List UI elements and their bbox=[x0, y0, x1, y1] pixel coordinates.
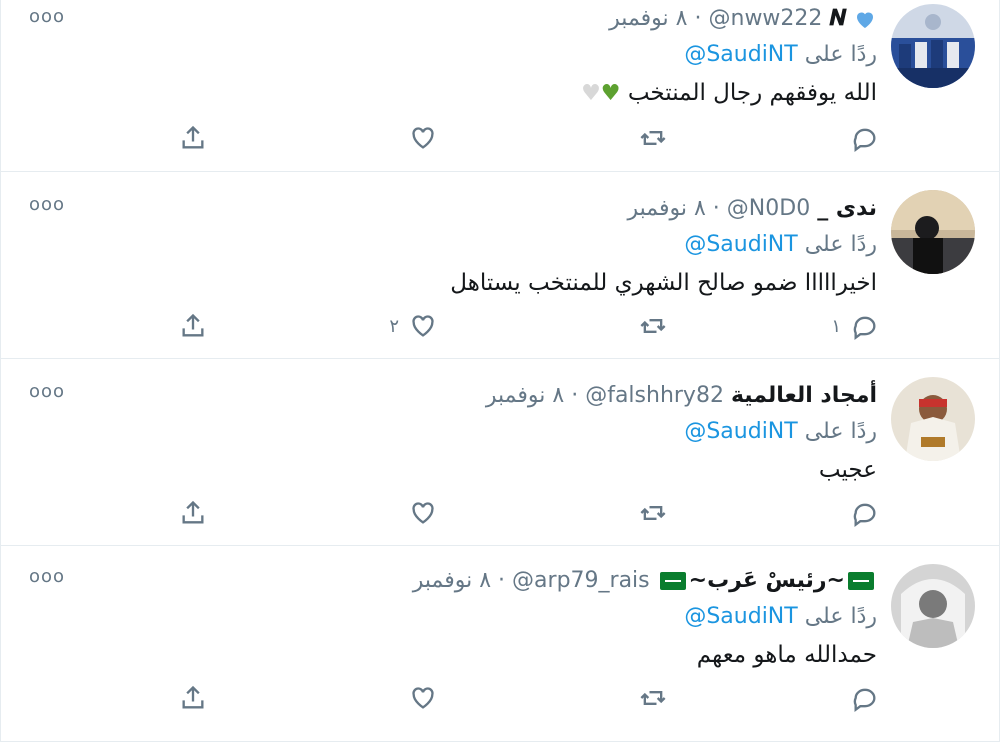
retweet-button[interactable] bbox=[639, 495, 667, 531]
tweet-header: ندى _ @N0D0 · ٨ نوفمبر bbox=[61, 192, 877, 226]
reply-button[interactable] bbox=[841, 495, 879, 531]
share-button[interactable] bbox=[179, 120, 207, 156]
tweet-date[interactable]: ٨ نوفمبر bbox=[609, 6, 687, 31]
retweet-icon bbox=[640, 319, 666, 333]
reply-context: ردًا على @SaudiNT bbox=[61, 600, 877, 634]
share-button[interactable] bbox=[179, 495, 207, 531]
reply-button[interactable]: ١ bbox=[831, 308, 879, 344]
more-options-button[interactable]: ooo bbox=[29, 566, 65, 587]
tweet-header: أمجاد العالمية @falshhry82 · ٨ نوفمبر bbox=[61, 379, 877, 413]
user-handle[interactable]: @nww222 bbox=[709, 6, 823, 31]
like-button[interactable] bbox=[399, 680, 437, 716]
avatar[interactable] bbox=[891, 4, 975, 88]
reply-icon bbox=[853, 316, 876, 340]
reply-prefix: ردًا على bbox=[804, 42, 877, 67]
tweet-actions bbox=[149, 120, 879, 156]
reply-icon bbox=[853, 128, 876, 152]
tweet[interactable]: ~رئيسْ عَرب~ @arp79_rais · ٨ نوفمبر ردًا… bbox=[1, 546, 999, 742]
green-heart-icon: ♥ bbox=[600, 81, 621, 106]
more-options-button[interactable]: ooo bbox=[29, 194, 65, 215]
heart-icon bbox=[412, 502, 434, 524]
saudi-flag-icon bbox=[659, 572, 686, 590]
heart-icon bbox=[412, 315, 434, 337]
display-name[interactable]: 𝑵 bbox=[829, 6, 846, 31]
tweet-date[interactable]: ٨ نوفمبر bbox=[486, 383, 564, 408]
share-icon bbox=[182, 313, 204, 337]
tweet-actions: ١ ٢ bbox=[149, 308, 879, 344]
more-options-button[interactable]: ooo bbox=[29, 381, 65, 402]
reply-prefix: ردًا على bbox=[804, 232, 877, 257]
tweet-actions bbox=[149, 495, 879, 531]
like-button[interactable]: ٢ bbox=[389, 308, 437, 344]
reply-to-link[interactable]: @SaudiNT bbox=[684, 419, 797, 444]
share-icon bbox=[182, 500, 204, 524]
separator: · bbox=[694, 6, 702, 31]
separator: · bbox=[498, 568, 506, 593]
separator: · bbox=[712, 196, 720, 221]
tweet-feed: 𝑵 @nww222 · ٨ نوفمبر ردًا على @SaudiNT ا… bbox=[0, 0, 1000, 742]
saudi-flag-icon bbox=[848, 572, 874, 590]
tweet-date[interactable]: ٨ نوفمبر bbox=[413, 568, 491, 593]
separator: · bbox=[571, 383, 579, 408]
avatar[interactable] bbox=[891, 377, 975, 461]
reply-context: ردًا على @SaudiNT bbox=[61, 415, 877, 449]
heart-icon bbox=[412, 687, 434, 709]
user-handle[interactable]: @falshhry82 bbox=[585, 383, 724, 408]
tweet-header: ~رئيسْ عَرب~ @arp79_rais · ٨ نوفمبر bbox=[61, 564, 877, 598]
reply-context: ردًا على @SaudiNT bbox=[61, 228, 877, 262]
share-icon bbox=[182, 125, 204, 149]
blue-heart-icon bbox=[857, 12, 873, 28]
tweet-text-body: الله يوفقهم رجال المنتخب bbox=[627, 80, 877, 106]
share-icon bbox=[182, 685, 204, 709]
reply-to-link[interactable]: @SaudiNT bbox=[684, 232, 797, 257]
reply-context: ردًا على @SaudiNT bbox=[61, 38, 877, 72]
reply-prefix: ردًا على bbox=[804, 604, 877, 629]
tweet-header: 𝑵 @nww222 · ٨ نوفمبر bbox=[61, 2, 877, 36]
white-heart-icon: ♥ bbox=[581, 81, 601, 106]
tweet[interactable]: 𝑵 @nww222 · ٨ نوفمبر ردًا على @SaudiNT ا… bbox=[1, 0, 999, 172]
share-button[interactable] bbox=[179, 308, 207, 344]
avatar[interactable] bbox=[891, 564, 975, 648]
tweet[interactable]: أمجاد العالمية @falshhry82 · ٨ نوفمبر رد… bbox=[1, 359, 999, 546]
reply-to-link[interactable]: @SaudiNT bbox=[684, 42, 797, 67]
tweet-text: حمدالله ماهو معهم bbox=[696, 642, 877, 668]
reply-to-link[interactable]: @SaudiNT bbox=[684, 604, 797, 629]
tweet-actions bbox=[149, 680, 879, 716]
user-handle[interactable]: @arp79_rais bbox=[512, 568, 650, 593]
retweet-icon bbox=[640, 506, 666, 520]
reply-icon bbox=[853, 688, 876, 712]
display-name[interactable]: أمجاد العالمية bbox=[731, 383, 877, 408]
tweet-text: عجيب bbox=[818, 457, 877, 483]
retweet-icon bbox=[640, 131, 666, 145]
reply-icon bbox=[853, 503, 876, 527]
display-name[interactable]: ندى _ bbox=[817, 196, 877, 221]
tweet-text: الله يوفقهم رجال المنتخب ♥♥ bbox=[61, 76, 877, 111]
reply-button[interactable] bbox=[841, 120, 879, 156]
retweet-button[interactable] bbox=[639, 308, 667, 344]
share-button[interactable] bbox=[179, 680, 207, 716]
like-button[interactable] bbox=[399, 120, 437, 156]
avatar[interactable] bbox=[891, 190, 975, 274]
like-button[interactable] bbox=[399, 495, 437, 531]
retweet-icon bbox=[640, 691, 666, 705]
like-count: ٢ bbox=[389, 315, 399, 337]
tweet-date[interactable]: ٨ نوفمبر bbox=[627, 196, 705, 221]
reply-button[interactable] bbox=[841, 680, 879, 716]
retweet-button[interactable] bbox=[639, 120, 667, 156]
user-handle[interactable]: @N0D0 bbox=[727, 196, 810, 221]
heart-icon bbox=[412, 127, 434, 149]
display-name[interactable]: ~رئيسْ عَرب~ bbox=[689, 568, 845, 593]
more-options-button[interactable]: ooo bbox=[29, 6, 65, 27]
tweet-text: اخيرااااا ضمو صالح الشهري للمنتخب يستاهل bbox=[450, 270, 877, 296]
retweet-button[interactable] bbox=[639, 680, 667, 716]
reply-prefix: ردًا على bbox=[804, 419, 877, 444]
tweet[interactable]: ندى _ @N0D0 · ٨ نوفمبر ردًا على @SaudiNT… bbox=[1, 172, 999, 359]
reply-count: ١ bbox=[831, 315, 841, 337]
